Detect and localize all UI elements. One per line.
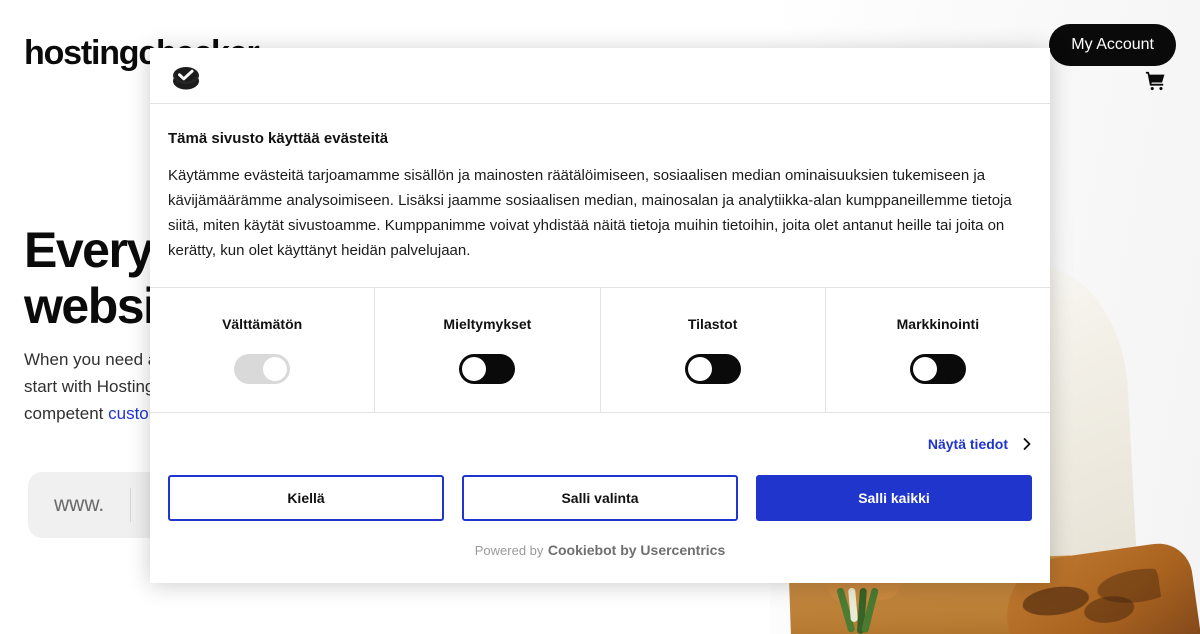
category-label-preferences: Mieltymykset xyxy=(443,316,532,332)
consent-category-preferences: Mieltymykset xyxy=(375,288,601,412)
hero-sub-line-3-text: competent xyxy=(24,404,109,423)
show-details-link[interactable]: Näytä tiedot xyxy=(928,436,1032,452)
cookie-consent-dialog: Tämä sivusto käyttää evästeitä Käytämme … xyxy=(150,48,1050,583)
powered-by-label: Powered by xyxy=(474,542,544,558)
cookiebot-brand-link[interactable]: Cookiebot by Usercentrics xyxy=(548,542,725,558)
consent-category-necessary: Välttämätön xyxy=(150,288,376,412)
allow-selection-button[interactable]: Salli valinta xyxy=(462,475,738,521)
dialog-title: Tämä sivusto käyttää evästeitä xyxy=(168,130,389,147)
show-details-label: Näytä tiedot xyxy=(927,436,1008,452)
dialog-actions: Kiellä Salli valinta Salli kaikki xyxy=(150,475,1050,521)
dialog-body: Tämä sivusto käyttää evästeitä Käytämme … xyxy=(150,104,1050,287)
deny-button[interactable]: Kiellä xyxy=(168,475,444,521)
dialog-details-row: Näytä tiedot xyxy=(150,413,1050,475)
toggle-knob xyxy=(687,357,712,381)
cookiebot-cookie-icon xyxy=(168,58,204,94)
toggle-necessary xyxy=(234,354,291,384)
consent-categories: Välttämätön Mieltymykset Tilastot Markki… xyxy=(150,287,1050,413)
category-label-statistics: Tilastot xyxy=(687,316,738,332)
category-label-marketing: Markkinointi xyxy=(896,316,980,332)
person-greens xyxy=(830,587,900,634)
toggle-marketing[interactable] xyxy=(909,354,966,384)
dialog-footer: Powered by Cookiebot by Usercentrics xyxy=(150,521,1050,583)
consent-category-marketing: Markkinointi xyxy=(826,288,1050,412)
consent-category-statistics: Tilastot xyxy=(601,288,826,412)
my-account-button[interactable]: My Account xyxy=(1049,24,1176,66)
toggle-statistics[interactable] xyxy=(684,354,741,384)
dialog-header xyxy=(150,48,1050,104)
category-label-necessary: Välttämätön xyxy=(222,316,303,332)
toggle-knob xyxy=(462,357,487,381)
toggle-preferences[interactable] xyxy=(459,354,516,384)
toggle-knob xyxy=(263,357,288,381)
chevron-right-icon xyxy=(1022,437,1032,451)
allow-all-button[interactable]: Salli kaikki xyxy=(756,475,1032,521)
shopping-cart-icon[interactable] xyxy=(1144,70,1168,92)
dialog-description: Käytämme evästeitä tarjoamamme sisällön … xyxy=(168,167,1012,259)
toggle-knob xyxy=(912,357,937,381)
search-prefix-label: www. xyxy=(54,493,105,516)
